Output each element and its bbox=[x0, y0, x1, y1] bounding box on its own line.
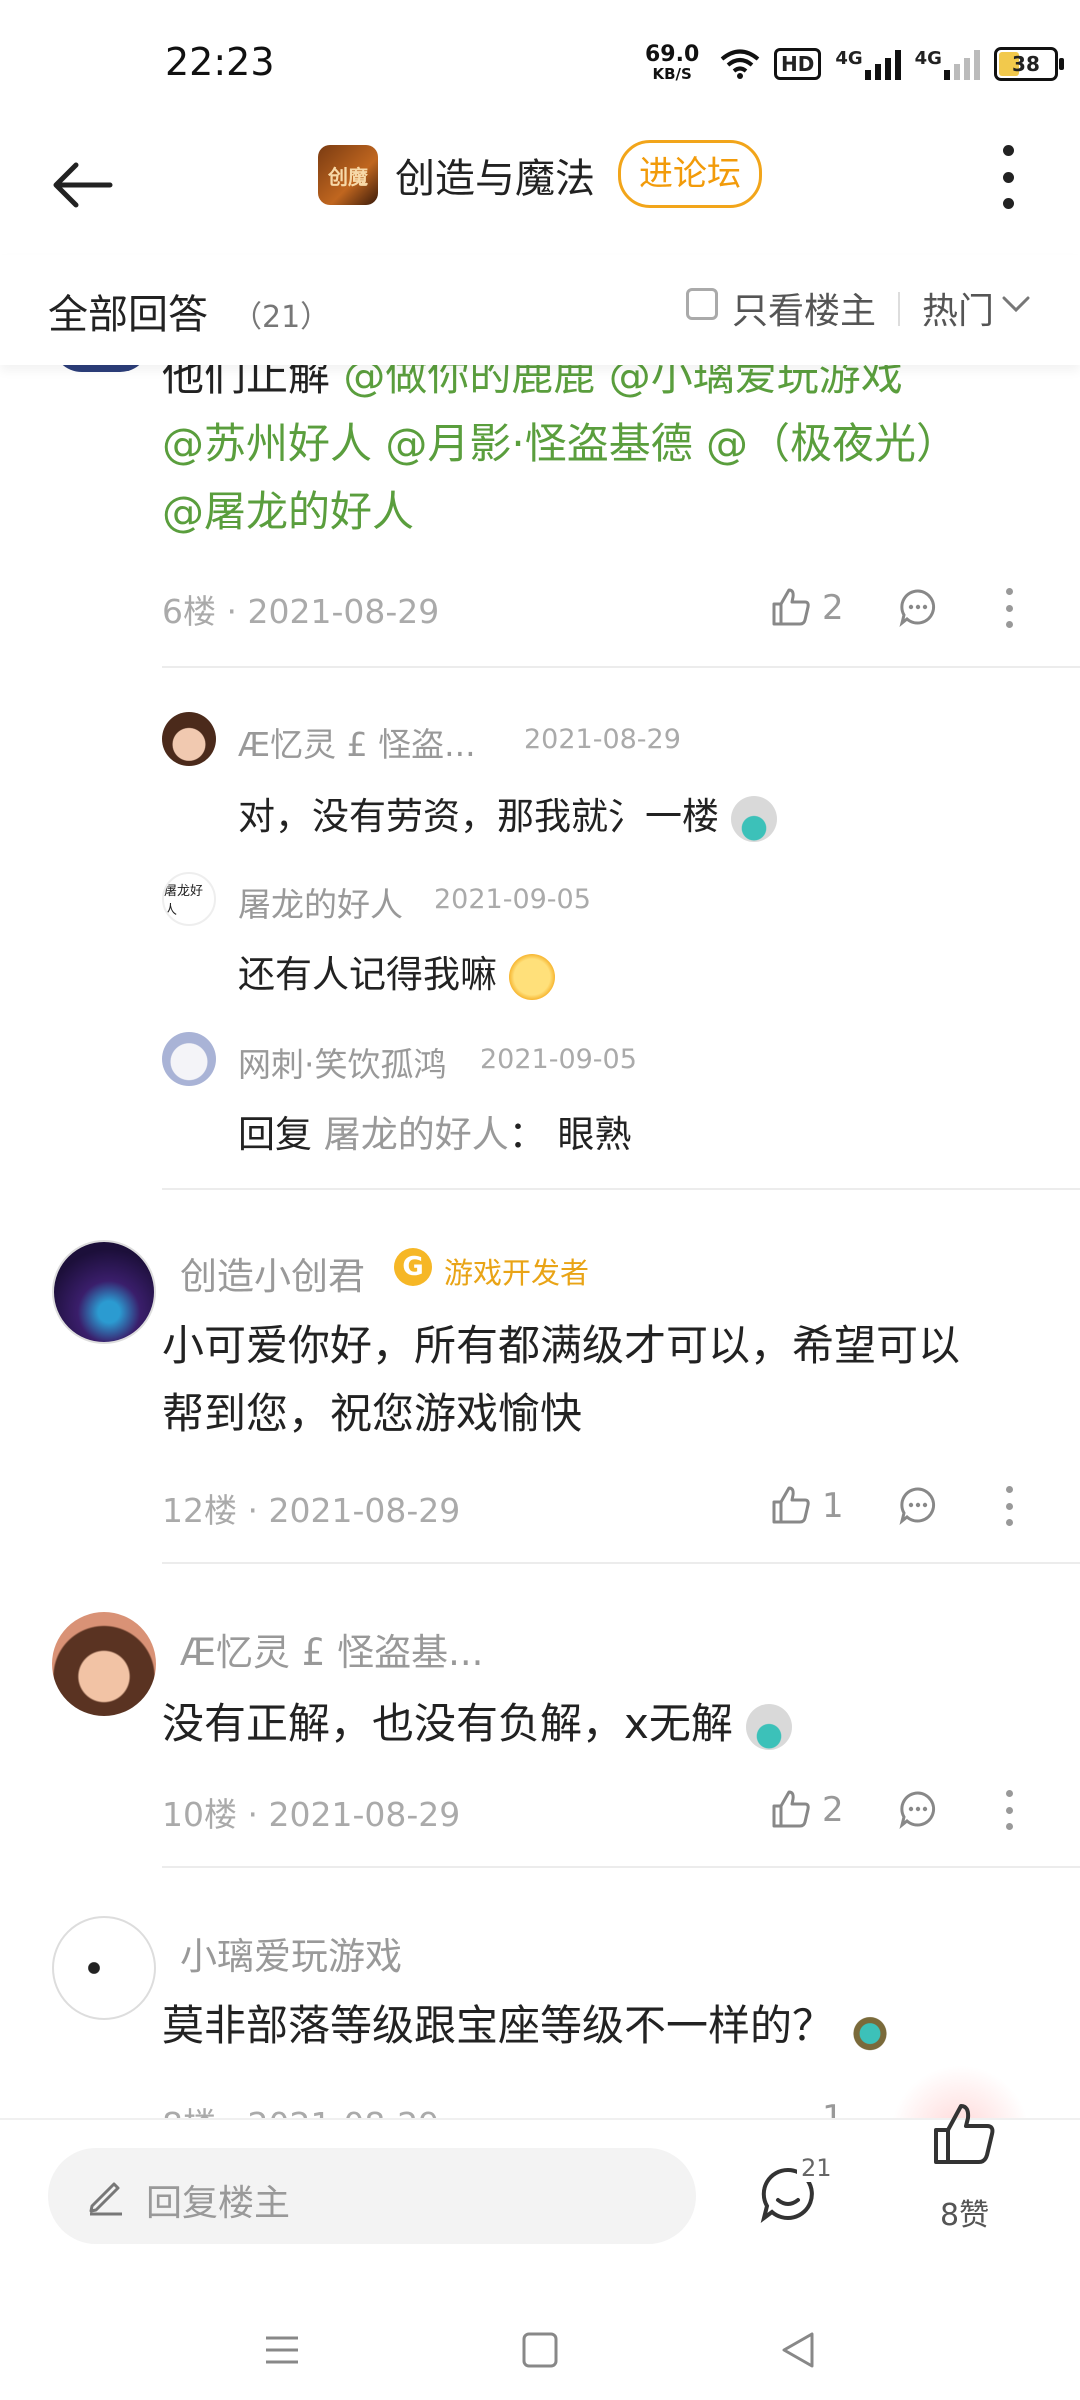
owner-only-checkbox[interactable] bbox=[686, 288, 718, 320]
hd-icon: HD bbox=[774, 48, 822, 80]
sort-dropdown[interactable]: 热门 bbox=[922, 282, 994, 334]
sub-reply-date: 2021-08-29 bbox=[524, 724, 681, 755]
thumbs-up-icon[interactable] bbox=[770, 586, 812, 628]
reply-placeholder[interactable]: 回复楼主 bbox=[146, 2174, 290, 2226]
status-bar: 22:23 69.0 KB/S HD 4G 4G 38 bbox=[0, 0, 1080, 120]
avatar[interactable] bbox=[52, 1916, 156, 2020]
author-name[interactable]: 创造小创君 bbox=[180, 1246, 365, 1300]
back-triangle-icon[interactable] bbox=[778, 2330, 818, 2370]
answers-filter-bar: 全部回答 （21） 只看楼主 热门 bbox=[0, 255, 1080, 365]
more-options-icon[interactable] bbox=[1004, 1790, 1014, 1830]
floor-date: 6楼 · 2021-08-29 bbox=[162, 592, 440, 631]
like-total: 8赞 bbox=[940, 2198, 990, 2233]
developer-badge-icon: G bbox=[394, 1248, 432, 1286]
sticker-icon bbox=[847, 2005, 894, 2052]
status-icons: HD 4G 4G 38 bbox=[720, 44, 1064, 84]
forum-title[interactable]: 创造与魔法 bbox=[395, 146, 595, 204]
chevron-down-icon[interactable] bbox=[1000, 292, 1032, 316]
avatar[interactable] bbox=[52, 1612, 156, 1716]
avatar bbox=[162, 712, 216, 766]
sub-reply-author[interactable]: Æ忆灵 £ 怪盗... bbox=[238, 718, 476, 766]
avatar[interactable] bbox=[52, 1240, 156, 1344]
reply-text: 小可爱你好，所有都满级才可以，希望可以 帮到您，祝您游戏愉快 bbox=[162, 1321, 961, 1438]
wifi-icon bbox=[720, 49, 760, 79]
system-nav-bar bbox=[0, 2278, 1080, 2400]
answers-count: （21） bbox=[232, 300, 331, 335]
floor-date: 12楼 · 2021-08-29 bbox=[162, 1491, 461, 1530]
reply-to-user[interactable]: 屠龙的好人 bbox=[324, 1113, 509, 1156]
signal-icon-1: 4G bbox=[835, 48, 901, 80]
thumbs-up-icon[interactable] bbox=[930, 2100, 998, 2168]
author-name[interactable]: Æ忆灵 £ 怪盗基... bbox=[180, 1622, 483, 1676]
divider bbox=[162, 1562, 1080, 1564]
like-count: 2 bbox=[822, 1790, 844, 1830]
enter-forum-button[interactable]: 进论坛 bbox=[618, 140, 762, 208]
all-answers-label: 全部回答 bbox=[48, 292, 208, 338]
divider bbox=[898, 292, 900, 326]
status-time: 22:23 bbox=[165, 40, 275, 84]
smile-emoji-icon bbox=[508, 953, 555, 1000]
mention-link[interactable]: @屠龙的好人 bbox=[162, 478, 1042, 546]
pencil-icon bbox=[89, 2182, 122, 2216]
comment-icon[interactable] bbox=[898, 1789, 938, 1829]
forum-app-icon: 创魔 bbox=[318, 145, 378, 205]
reply-text: 没有正解，也没有负解，x无解 bbox=[162, 1690, 1062, 1758]
like-count: 1 bbox=[822, 1486, 844, 1526]
reply-text: 莫非部落等级跟宝座等级不一样的？ bbox=[162, 1992, 1062, 2060]
thumbs-up-icon[interactable] bbox=[770, 1484, 812, 1526]
avatar bbox=[162, 1032, 216, 1086]
sticker-icon bbox=[746, 1703, 793, 1750]
owner-only-label[interactable]: 只看楼主 bbox=[732, 282, 876, 334]
network-speed-value: 69.0 bbox=[645, 42, 700, 67]
sub-reply-author[interactable]: 屠龙的好人 bbox=[238, 878, 403, 926]
menu-icon[interactable] bbox=[262, 2330, 302, 2370]
sticker-icon bbox=[730, 795, 777, 842]
sub-reply-text: 对，没有劳资，那我就氵一楼 bbox=[238, 786, 777, 842]
divider bbox=[162, 1188, 1080, 1190]
developer-badge-label: 游戏开发者 bbox=[444, 1256, 590, 1290]
mention-link[interactable]: @苏州好人 @月影·怪盗基德 @（极夜光） bbox=[162, 410, 1042, 478]
avatar: 屠龙好人 bbox=[162, 872, 216, 926]
floor-date: 10楼 · 2021-08-29 bbox=[162, 1795, 461, 1834]
sub-reply-date: 2021-09-05 bbox=[434, 884, 591, 915]
divider bbox=[162, 1866, 1080, 1868]
sub-reply-text: 回复 屠龙的好人： 眼熟 bbox=[238, 1113, 632, 1156]
more-options-icon[interactable] bbox=[1004, 588, 1014, 628]
back-arrow-icon[interactable] bbox=[48, 150, 118, 220]
sub-reply-date: 2021-09-05 bbox=[480, 1044, 637, 1075]
network-speed-unit: KB/S bbox=[652, 65, 692, 83]
network-speed: 69.0 KB/S bbox=[645, 42, 700, 83]
home-icon[interactable] bbox=[520, 2330, 560, 2370]
comment-icon[interactable] bbox=[898, 1485, 938, 1525]
sub-reply-text: 还有人记得我嘛 bbox=[238, 944, 555, 1000]
comment-count-badge: 21 bbox=[797, 2154, 836, 2182]
divider bbox=[162, 666, 1080, 668]
reply-text: 他们止解 @做你的鹿鹿 @小璃爱玩游戏 @苏州好人 @月影·怪盗基德 @（极夜光… bbox=[162, 342, 1042, 546]
author-name[interactable]: 小璃爱玩游戏 bbox=[180, 1926, 402, 1980]
sub-reply-author[interactable]: 网刺·笑饮孤鸿 bbox=[238, 1038, 447, 1086]
battery-icon: 38 bbox=[993, 47, 1064, 81]
thumbs-up-icon[interactable] bbox=[770, 1788, 812, 1830]
signal-icon-2: 4G bbox=[915, 48, 980, 80]
like-count: 2 bbox=[822, 588, 844, 628]
more-options-icon[interactable] bbox=[1000, 145, 1016, 209]
comment-icon[interactable] bbox=[898, 587, 938, 627]
more-options-icon[interactable] bbox=[1004, 1486, 1014, 1526]
